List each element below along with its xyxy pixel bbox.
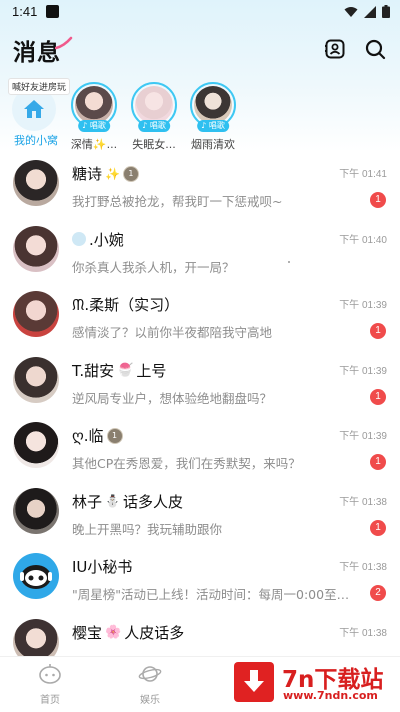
contact-name-suffix: 人皮话多 bbox=[124, 623, 185, 642]
home-icon bbox=[39, 664, 61, 684]
house-icon bbox=[24, 100, 44, 118]
contact-name: ᙏ.柔斯（实习） bbox=[72, 296, 180, 314]
message-time: 下午 01:39 bbox=[339, 431, 387, 442]
planet-icon bbox=[138, 666, 162, 682]
story-item[interactable]: ♪ 唱歌 深情✨... bbox=[67, 82, 121, 152]
story-name: 失眠女... bbox=[132, 138, 176, 151]
watermark-url: www.7ndn.com bbox=[283, 689, 378, 702]
message-preview: 你杀真人我杀人机，开一局？ bbox=[72, 259, 235, 275]
contact-name: 樱宝 bbox=[72, 623, 103, 642]
page-title: 消息 bbox=[13, 40, 61, 66]
message-preview: "周星榜"活动已上线！活动时间：每周一0:00至周... bbox=[72, 587, 354, 602]
flower-emoji-icon: 🌸 bbox=[105, 624, 122, 640]
contact-name: IU小秘书 bbox=[72, 558, 133, 576]
story-item[interactable]: ♪ 唱歌 失眠女... bbox=[127, 82, 181, 152]
avatar bbox=[13, 160, 59, 206]
conversation-item[interactable]: ᙏ.柔斯（实习） 下午 01:39 感情淡了？以前你半夜都陪我守高地 1 bbox=[0, 283, 400, 349]
conversation-item[interactable]: IU小秘书 下午 01:38 "周星榜"活动已上线！活动时间：每周一0:00至周… bbox=[0, 545, 400, 611]
contacts-icon bbox=[325, 39, 345, 59]
snowman-emoji-icon: ⛄ bbox=[105, 494, 120, 508]
message-time: 下午 01:38 bbox=[339, 627, 387, 639]
nav-entertainment-label: 娱乐 bbox=[140, 695, 160, 706]
message-time: 下午 01:41 bbox=[339, 169, 387, 180]
download-logo-icon bbox=[234, 662, 274, 702]
level-badge: 1 bbox=[122, 165, 139, 182]
level-badge: 1 bbox=[106, 427, 123, 444]
search-icon bbox=[365, 39, 386, 60]
status-bar: 1:41 bbox=[0, 0, 400, 24]
story-tag: ♪ 唱歌 bbox=[78, 120, 110, 132]
message-time: 下午 01:38 bbox=[339, 562, 387, 573]
story-tag: ♪ 唱歌 bbox=[138, 120, 170, 132]
watermark: 7n下载站 www.7ndn.com bbox=[230, 660, 390, 704]
avatar bbox=[13, 553, 59, 599]
unread-badge: 1 bbox=[370, 192, 386, 208]
message-preview: 晚上开黑吗？我玩辅助跟你 bbox=[72, 521, 223, 537]
contact-name: T.甜安 bbox=[72, 361, 115, 380]
conversation-item[interactable]: 糖诗 ✨ 1 下午 01:41 我打野总被抢龙，帮我盯一下惩戒呗~ 1 bbox=[0, 152, 400, 218]
conversation-item[interactable]: T.甜安 🍧 上号 下午 01:39 逆风局专业户，想体验绝地翻盘吗？ 1 bbox=[0, 349, 400, 415]
dessert-emoji-icon: 🍧 bbox=[117, 362, 134, 378]
avatar bbox=[13, 225, 59, 272]
nav-home-label: 首页 bbox=[40, 695, 60, 706]
contact-name: 糖诗 bbox=[72, 165, 103, 183]
unread-badge: 2 bbox=[370, 585, 386, 601]
notification-icon bbox=[46, 5, 59, 18]
nav-entertainment[interactable]: 娱乐 bbox=[130, 663, 170, 706]
search-button[interactable] bbox=[362, 36, 388, 62]
conversation-item[interactable]: .小婉 下午 01:40 你杀真人我杀人机，开一局？ bbox=[0, 218, 400, 284]
contact-name: 林子 bbox=[72, 492, 103, 511]
contact-name: ღ.临 bbox=[72, 427, 104, 445]
status-time: 1:41 bbox=[12, 4, 38, 19]
system-icons bbox=[344, 5, 390, 18]
sparkle-icon: ✨ bbox=[105, 166, 120, 181]
message-time: 下午 01:39 bbox=[339, 365, 387, 377]
message-preview: 我打野总被抢龙，帮我盯一下惩戒呗~ bbox=[72, 194, 283, 209]
signal-icon bbox=[364, 5, 376, 18]
conversation-list: 糖诗 ✨ 1 下午 01:41 我打野总被抢龙，帮我盯一下惩戒呗~ 1 .小婉 … bbox=[0, 152, 400, 676]
contact-name-suffix: 上号 bbox=[136, 361, 167, 380]
message-preview: 逆风局专业户，想体验绝地翻盘吗？ bbox=[72, 390, 273, 406]
robot-mascot-icon bbox=[20, 565, 52, 589]
avatar bbox=[13, 422, 59, 468]
avatar bbox=[13, 291, 59, 337]
avatar bbox=[13, 487, 59, 534]
avatar bbox=[13, 356, 59, 403]
story-item[interactable]: ♪ 唱歌 烟雨清欢 bbox=[186, 82, 240, 152]
unread-badge: 1 bbox=[370, 454, 386, 470]
avatar bbox=[75, 86, 113, 124]
message-preview: 其他CP在秀恩爱，我们在秀默契，来吗？ bbox=[72, 456, 301, 471]
contacts-button[interactable] bbox=[322, 36, 348, 62]
title-decoration bbox=[55, 36, 73, 50]
message-time: 下午 01:39 bbox=[339, 300, 387, 311]
story-name: 深情✨... bbox=[70, 138, 118, 151]
cloud-emoji-icon bbox=[72, 232, 86, 246]
message-time: 下午 01:40 bbox=[339, 234, 387, 246]
conversation-item[interactable]: 林子 ⛄ 话多人皮 下午 01:38 晚上开黑吗？我玩辅助跟你 1 bbox=[0, 480, 400, 546]
nav-home[interactable]: 首页 bbox=[30, 663, 70, 706]
message-time: 下午 01:38 bbox=[339, 496, 387, 508]
avatar bbox=[135, 86, 173, 124]
contact-name: .小婉 bbox=[89, 230, 124, 249]
wifi-icon bbox=[344, 6, 358, 17]
stray-dot bbox=[288, 261, 290, 263]
invite-tooltip: 喊好友进房玩 bbox=[8, 78, 71, 95]
message-preview: 感情淡了？以前你半夜都陪我守高地 bbox=[72, 325, 273, 340]
unread-badge: 1 bbox=[370, 519, 386, 536]
story-tag: ♪ 唱歌 bbox=[197, 120, 229, 132]
battery-icon bbox=[382, 5, 390, 18]
contact-name-suffix: 话多人皮 bbox=[122, 492, 183, 511]
conversation-item[interactable]: ღ.临 1 下午 01:39 其他CP在秀恩爱，我们在秀默契，来吗？ 1 bbox=[0, 414, 400, 480]
story-name: 烟雨清欢 bbox=[191, 138, 235, 151]
avatar bbox=[194, 86, 232, 124]
unread-badge: 1 bbox=[370, 388, 386, 405]
my-room-label: 我的小窝 bbox=[14, 134, 58, 147]
unread-badge: 1 bbox=[370, 323, 386, 339]
